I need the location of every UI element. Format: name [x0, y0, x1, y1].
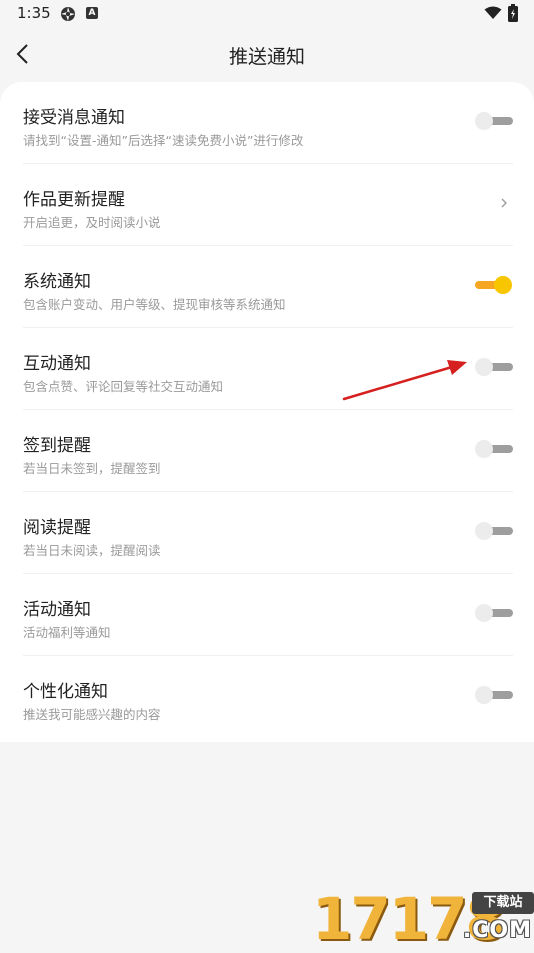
setting-title: 作品更新提醒 [23, 190, 125, 210]
battery-icon [508, 4, 518, 22]
setting-title: 签到提醒 [23, 436, 91, 456]
chevron-right-icon[interactable] [499, 195, 509, 211]
setting-title: 互动通知 [23, 354, 91, 374]
checkin-reminder-toggle[interactable] [475, 438, 513, 460]
setting-subtitle: 推送我可能感兴趣的内容 [23, 707, 161, 722]
wifi-icon [484, 6, 502, 19]
personalized-notifications-toggle[interactable] [475, 684, 513, 706]
setting-subtitle: 包含点赞、评论回复等社交互动通知 [23, 379, 224, 394]
watermark-logo: 17178 下载站 .COM [312, 888, 534, 950]
status-bar: 1:35 A [0, 0, 534, 28]
setting-subtitle: 请找到“设置-通知”后选择“速读免费小说”进行修改 [23, 133, 304, 148]
a-icon: A [86, 7, 98, 19]
setting-personalized-notifications: 个性化通知 推送我可能感兴趣的内容 [23, 656, 513, 738]
setting-subtitle: 若当日未签到，提醒签到 [23, 461, 161, 476]
setting-subtitle: 包含账户变动、用户等级、提现审核等系统通知 [23, 297, 286, 312]
page-title: 推送通知 [228, 46, 305, 68]
status-time: 1:35 [17, 4, 51, 22]
watermark-suffix: .COM [462, 918, 532, 943]
setting-subtitle: 若当日未阅读，提醒阅读 [23, 543, 161, 558]
setting-title: 个性化通知 [23, 682, 108, 702]
setting-subtitle: 活动福利等通知 [23, 625, 111, 640]
setting-title: 阅读提醒 [23, 518, 91, 538]
setting-reading-reminder: 阅读提醒 若当日未阅读，提醒阅读 [23, 492, 513, 574]
header: 推送通知 [0, 28, 534, 84]
setting-title: 接受消息通知 [23, 108, 125, 128]
setting-title: 活动通知 [23, 600, 91, 620]
watermark-badge: 下载站 [472, 892, 534, 914]
shutter-icon [61, 7, 75, 21]
settings-card: 接受消息通知 请找到“设置-通知”后选择“速读免费小说”进行修改 作品更新提醒 … [0, 82, 534, 742]
activity-notifications-toggle[interactable] [475, 602, 513, 624]
setting-interaction-notifications: 互动通知 包含点赞、评论回复等社交互动通知 [23, 328, 513, 410]
setting-activity-notifications: 活动通知 活动福利等通知 [23, 574, 513, 656]
setting-checkin-reminder: 签到提醒 若当日未签到，提醒签到 [23, 410, 513, 492]
setting-receive-notifications: 接受消息通知 请找到“设置-通知”后选择“速读免费小说”进行修改 [23, 82, 513, 164]
receive-notifications-toggle[interactable] [475, 110, 513, 132]
setting-system-notifications: 系统通知 包含账户变动、用户等级、提现审核等系统通知 [23, 246, 513, 328]
setting-subtitle: 开启追更，及时阅读小说 [23, 215, 161, 230]
setting-work-updates[interactable]: 作品更新提醒 开启追更，及时阅读小说 [23, 164, 513, 246]
setting-title: 系统通知 [23, 272, 91, 292]
interaction-notifications-toggle[interactable] [475, 356, 513, 378]
system-notifications-toggle[interactable] [475, 274, 513, 296]
reading-reminder-toggle[interactable] [475, 520, 513, 542]
